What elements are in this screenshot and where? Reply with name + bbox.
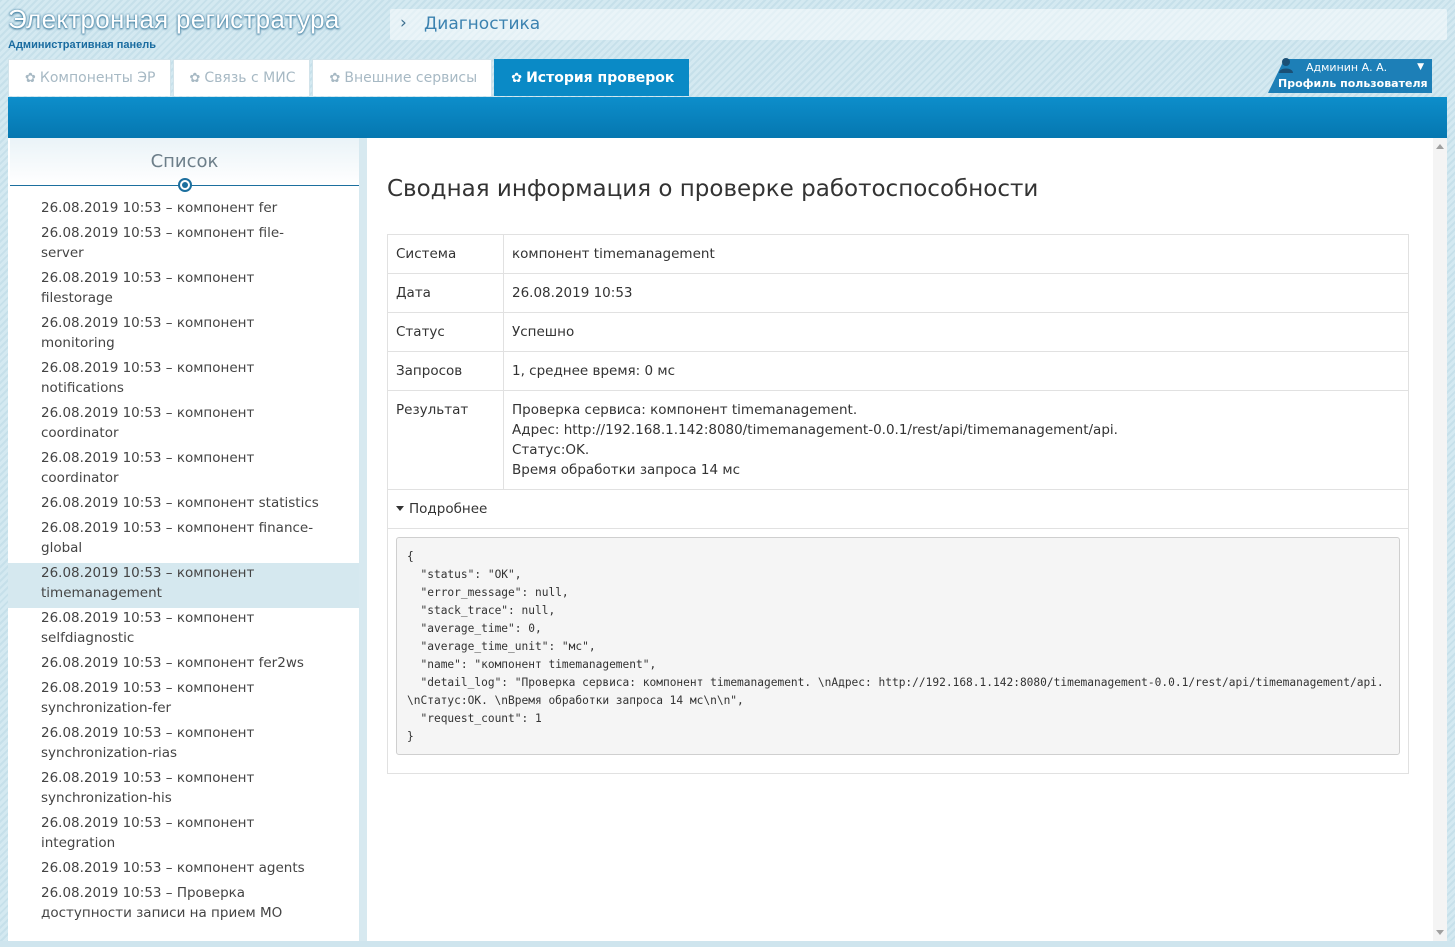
result-line: Адрес: http://192.168.1.142:8080/timeman… xyxy=(512,422,1118,438)
profile-name: Админин А. А. xyxy=(1306,61,1388,74)
app-title: Электронная регистратура xyxy=(8,4,340,34)
table-row: Дата 26.08.2019 10:53 xyxy=(387,273,1409,313)
details-row: Подробнее xyxy=(387,489,1409,529)
gear-icon: ✿ xyxy=(189,70,201,86)
details-label: Подробнее xyxy=(409,501,488,517)
sidebar-header: Список xyxy=(10,138,359,192)
gear-icon: ✿ xyxy=(329,70,341,86)
gear-icon: ✿ xyxy=(511,70,523,86)
row-key: Дата xyxy=(387,273,504,313)
row-key: Статус xyxy=(387,312,504,352)
app-subtitle: Административная панель xyxy=(8,39,156,51)
list-item[interactable]: 26.08.2019 10:53 – компонент file-server xyxy=(8,223,321,268)
list-item[interactable]: 26.08.2019 10:53 – компонент integration xyxy=(8,813,321,858)
result-line: Проверка сервиса: компонент timemanageme… xyxy=(512,402,858,418)
row-key: Система xyxy=(387,234,504,274)
chevron-right-icon: › xyxy=(400,13,407,33)
sidebar: Список 26.08.2019 10:53 – компонент fer 2… xyxy=(8,138,359,941)
info-table: Система компонент timemanagement Дата 26… xyxy=(387,234,1409,774)
content-panel: Сводная информация о проверке работоспос… xyxy=(367,138,1433,941)
bottom-strip xyxy=(0,941,1455,947)
main-toolbar xyxy=(8,97,1447,138)
scroll-up-icon[interactable] xyxy=(1436,144,1444,149)
row-value: 1, среднее время: 0 мс xyxy=(503,351,1409,391)
list-item[interactable]: 26.08.2019 10:53 – компонент selfdiagnos… xyxy=(8,608,321,653)
tab-external-services[interactable]: ✿ Внешние сервисы xyxy=(312,59,493,96)
list-item[interactable]: 26.08.2019 10:53 – компонент notificatio… xyxy=(8,358,321,403)
tab-bar: ✿ Компоненты ЭР ✿ Связь с МИС ✿ Внешние … xyxy=(8,59,691,97)
scroll-down-icon[interactable] xyxy=(1436,930,1444,935)
breadcrumb: › Диагностика xyxy=(390,9,1447,40)
tab-label: Внешние сервисы xyxy=(344,70,478,86)
breadcrumb-current[interactable]: Диагностика xyxy=(424,14,540,34)
tab-label: История проверок xyxy=(526,70,675,86)
list-item[interactable]: 26.08.2019 10:53 – компонент timemanagem… xyxy=(8,563,359,608)
list-item[interactable]: 26.08.2019 10:53 – компонент synchroniza… xyxy=(8,678,321,723)
list-item[interactable]: 26.08.2019 10:53 – компонент coordinator xyxy=(8,448,321,493)
list-item[interactable]: 26.08.2019 10:53 – компонент statistics xyxy=(8,493,321,518)
list-item[interactable]: 26.08.2019 10:53 – компонент fer xyxy=(8,198,321,223)
tab-label: Компоненты ЭР xyxy=(39,70,156,86)
details-toggle[interactable]: Подробнее xyxy=(396,501,487,517)
list-item[interactable]: 26.08.2019 10:53 – Проверка доступности … xyxy=(8,883,321,928)
table-row: Запросов 1, среднее время: 0 мс xyxy=(387,351,1409,391)
row-key: Запросов xyxy=(387,351,504,391)
caret-down-icon xyxy=(396,505,404,511)
tab-label: Связь с МИС xyxy=(204,70,296,86)
list-item[interactable]: 26.08.2019 10:53 – компонент monitoring xyxy=(8,313,321,358)
result-line: Статус:OK. xyxy=(512,442,590,458)
details-toggle-cell: Подробнее xyxy=(387,489,1409,529)
list-item[interactable]: 26.08.2019 10:53 – компонент agents xyxy=(8,858,321,883)
table-row: Статус Успешно xyxy=(387,312,1409,352)
gear-icon: ✿ xyxy=(25,70,36,86)
tab-mis-connection[interactable]: ✿ Связь с МИС xyxy=(172,59,311,96)
sidebar-title: Список xyxy=(150,151,219,172)
scrollbar[interactable] xyxy=(1433,138,1447,941)
tab-check-history[interactable]: ✿ История проверок xyxy=(494,59,690,96)
radio-dot-icon xyxy=(177,178,192,192)
json-cell: { "status": "OK", "error_message": null,… xyxy=(387,528,1409,774)
table-row: Результат Проверка сервиса: компонент ti… xyxy=(387,390,1409,490)
splitter[interactable] xyxy=(359,138,367,941)
json-output: { "status": "OK", "error_message": null,… xyxy=(396,537,1400,755)
list-item[interactable]: 26.08.2019 10:53 – компонент finance-glo… xyxy=(8,518,321,563)
sidebar-list: 26.08.2019 10:53 – компонент fer 26.08.20… xyxy=(8,198,359,928)
list-item[interactable]: 26.08.2019 10:53 – компонент fer2ws xyxy=(8,653,321,678)
page-title: Сводная информация о проверке работоспос… xyxy=(387,176,1039,202)
result-line: Время обработки запроса 14 мс xyxy=(512,462,740,478)
json-row: { "status": "OK", "error_message": null,… xyxy=(387,528,1409,774)
profile-label: Профиль пользователя xyxy=(1278,77,1428,90)
table-row: Система компонент timemanagement xyxy=(387,234,1409,274)
row-value: компонент timemanagement xyxy=(503,234,1409,274)
chevron-down-icon: ▼ xyxy=(1417,62,1424,72)
result-value: Проверка сервиса: компонент timemanageme… xyxy=(503,390,1409,490)
row-key: Результат xyxy=(387,390,504,490)
row-value: Успешно xyxy=(503,312,1409,352)
user-icon xyxy=(1279,58,1293,73)
list-item[interactable]: 26.08.2019 10:53 – компонент filestorage xyxy=(8,268,321,313)
list-item[interactable]: 26.08.2019 10:53 – компонент synchroniza… xyxy=(8,768,321,813)
tab-components[interactable]: ✿ Компоненты ЭР xyxy=(8,59,171,96)
row-value: 26.08.2019 10:53 xyxy=(503,273,1409,313)
list-item[interactable]: 26.08.2019 10:53 – компонент coordinator xyxy=(8,403,321,448)
list-item[interactable]: 26.08.2019 10:53 – компонент synchroniza… xyxy=(8,723,321,768)
